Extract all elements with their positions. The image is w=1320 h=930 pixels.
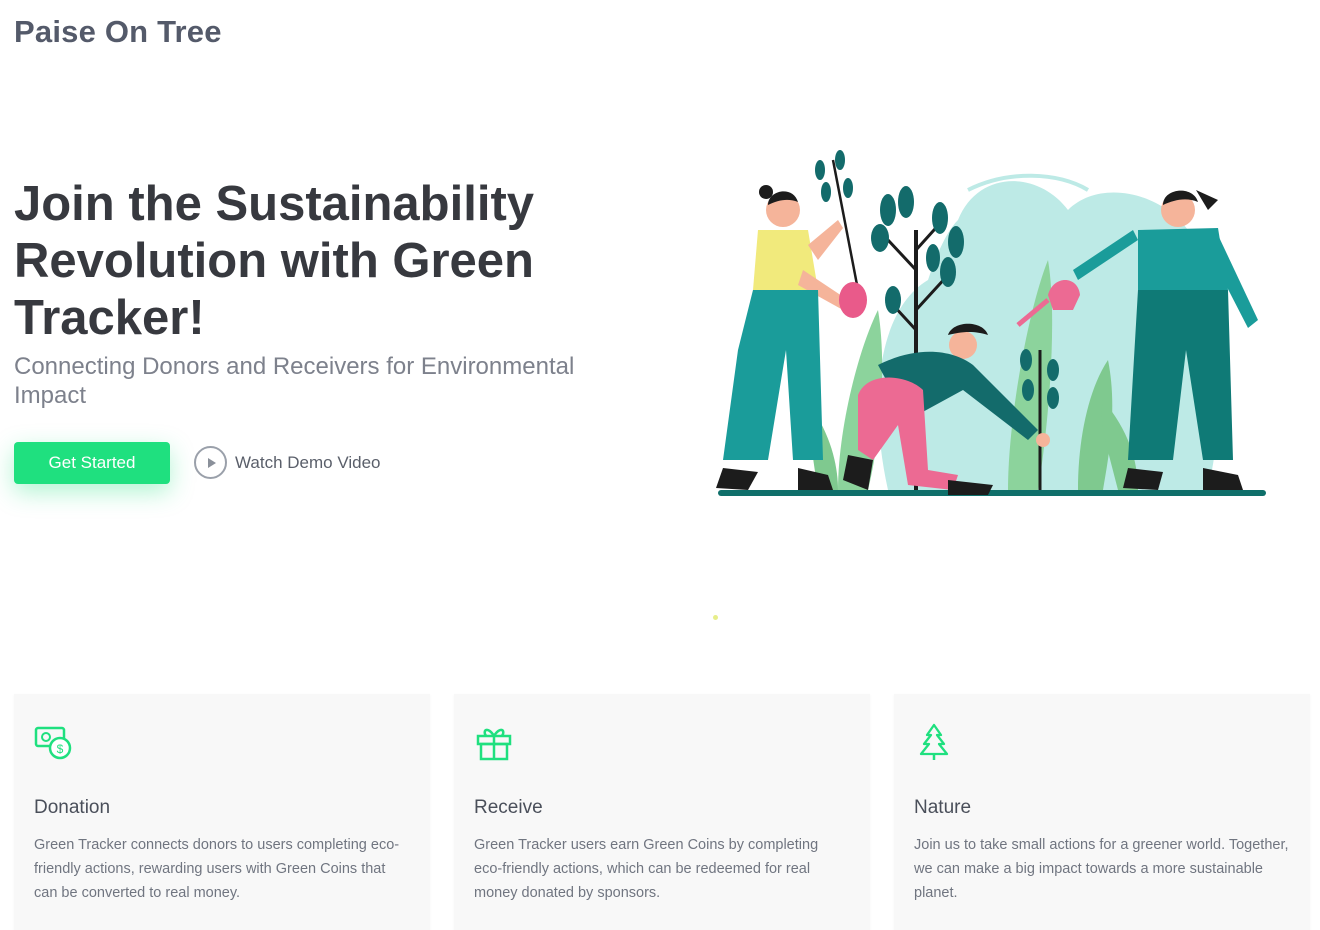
feature-text: Join us to take small actions for a gree… — [914, 837, 1289, 901]
feature-card-donation: $ Donation Green Tracker connects donors… — [14, 694, 430, 930]
feature-title: Nature — [914, 797, 972, 818]
svg-text:$: $ — [57, 742, 64, 756]
feature-card-receive: Receive Green Tracker users earn Green C… — [454, 694, 870, 930]
site-logo[interactable]: Paise On Tree — [14, 14, 222, 50]
gift-icon — [476, 728, 512, 761]
watch-demo-label[interactable]: Watch Demo Video — [235, 453, 381, 473]
decorative-dot — [713, 615, 718, 620]
hero-subtitle: Connecting Donors and Receivers for Envi… — [14, 353, 575, 409]
feature-text: Green Tracker users earn Green Coins by … — [474, 837, 819, 901]
feature-title: Receive — [474, 797, 543, 818]
feature-text: Green Tracker connects donors to users c… — [34, 837, 400, 901]
watch-demo-link[interactable]: Watch Demo Video — [194, 446, 381, 479]
tree-icon — [919, 723, 949, 760]
hero-title: Join the Sustainability Revolution with … — [14, 177, 535, 345]
play-icon[interactable] — [194, 446, 227, 479]
feature-card-nature: Nature Join us to take small actions for… — [894, 694, 1310, 930]
feature-title: Donation — [34, 797, 111, 818]
get-started-button[interactable]: Get Started — [14, 442, 170, 484]
money-icon: $ — [34, 726, 72, 760]
tree-planting-illustration — [716, 150, 1266, 496]
